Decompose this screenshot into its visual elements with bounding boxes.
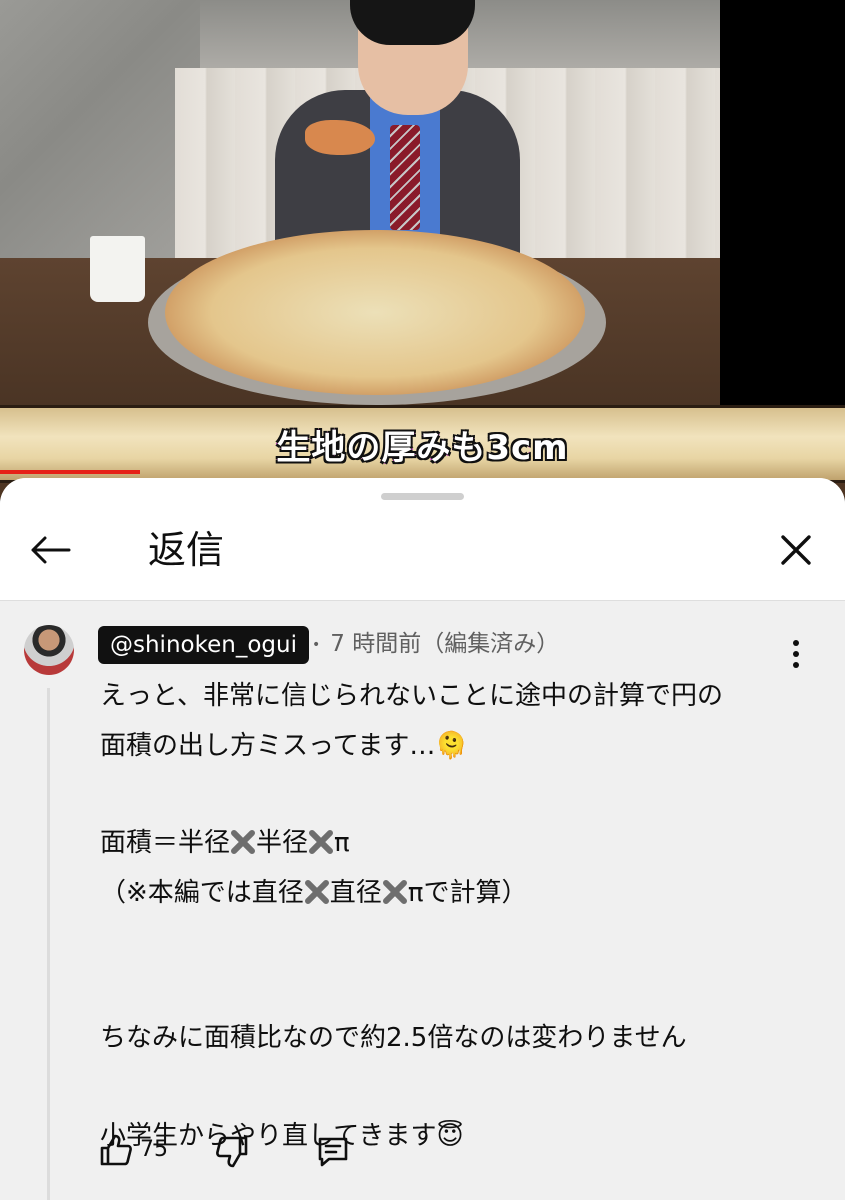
meta-separator: •: [312, 636, 321, 653]
comment-actions: 75: [0, 1130, 845, 1190]
comment-text: えっと、非常に信じられないことに途中の計算で円の 面積の出し方ミスってます…🫠 …: [100, 672, 820, 1161]
comment-timestamp: 7 時間前（編集済み）: [330, 631, 560, 657]
comment-fragment: πで計算）: [407, 877, 528, 908]
comment-fragment: 半径: [256, 828, 309, 858]
close-button[interactable]: [770, 528, 822, 572]
video-person-tie: [390, 125, 420, 230]
video-person-hair: [350, 0, 475, 45]
comment-meta: • 7 時間前（編集済み）: [312, 625, 559, 664]
more-vertical-icon-dot: [793, 662, 799, 668]
more-vertical-icon: [793, 640, 799, 646]
video-pizza-slice: [305, 120, 375, 155]
video-background-wall: [0, 0, 200, 275]
comment: @shinoken_ogui • 7 時間前（編集済み） えっと、非常に信じられな…: [0, 600, 845, 1200]
comment-line: 面積＝半径 半径 π: [100, 819, 820, 869]
author-name[interactable]: @shinoken_ogui: [98, 626, 309, 664]
thumbs-down-icon: [216, 1136, 248, 1168]
comment-fragment: （※本編では直径: [100, 877, 304, 908]
comment-fragment: 面積＝半径: [100, 828, 231, 858]
arrow-left-icon: [31, 536, 71, 564]
video-caption: 生地の厚みも3cm: [275, 427, 569, 469]
page-title: 返信: [148, 528, 225, 572]
reply-comment-icon: [318, 1137, 348, 1167]
video-player[interactable]: 生地の厚みも3cm: [0, 0, 845, 500]
sheet-header: 返信: [0, 478, 845, 601]
comment-line: 面積の出し方ミスってます…🫠: [100, 730, 468, 761]
video-letterbox: [720, 0, 845, 405]
video-paper-cup: [90, 236, 145, 302]
heavy-multiplication-x-icon: [309, 830, 334, 854]
comment-fragment: π: [334, 828, 350, 858]
comment-line: （※本編では直径 直径 πで計算）: [100, 869, 820, 919]
heavy-multiplication-x-icon: [304, 879, 329, 904]
more-vertical-icon-dot: [793, 651, 799, 657]
video-pizza: [165, 230, 585, 395]
video-progress-bar[interactable]: [0, 470, 141, 474]
close-icon: [781, 535, 811, 565]
like-count: 75: [140, 1137, 168, 1162]
comment-line: えっと、非常に信じられないことに途中の計算で円の: [100, 681, 723, 711]
thumbs-up-icon: [100, 1134, 132, 1166]
more-options-button[interactable]: [782, 634, 810, 674]
thread-line: [47, 688, 50, 1200]
replies-sheet: 返信 @shinoken_ogui • 7 時間前（編集済み） えっと、非常に信じ…: [0, 478, 845, 1200]
avatar[interactable]: [24, 625, 74, 675]
drag-handle[interactable]: [381, 493, 464, 500]
comment-fragment: 直径: [329, 877, 382, 908]
comment-line: ちなみに面積比なので約2.5倍なのは変わりません: [100, 1023, 687, 1053]
back-button[interactable]: [24, 528, 76, 572]
dislike-button[interactable]: [214, 1134, 250, 1170]
like-button[interactable]: [98, 1132, 134, 1168]
heavy-multiplication-x-icon: [231, 830, 256, 854]
heavy-multiplication-x-icon: [382, 879, 407, 904]
reply-button[interactable]: [315, 1134, 351, 1170]
